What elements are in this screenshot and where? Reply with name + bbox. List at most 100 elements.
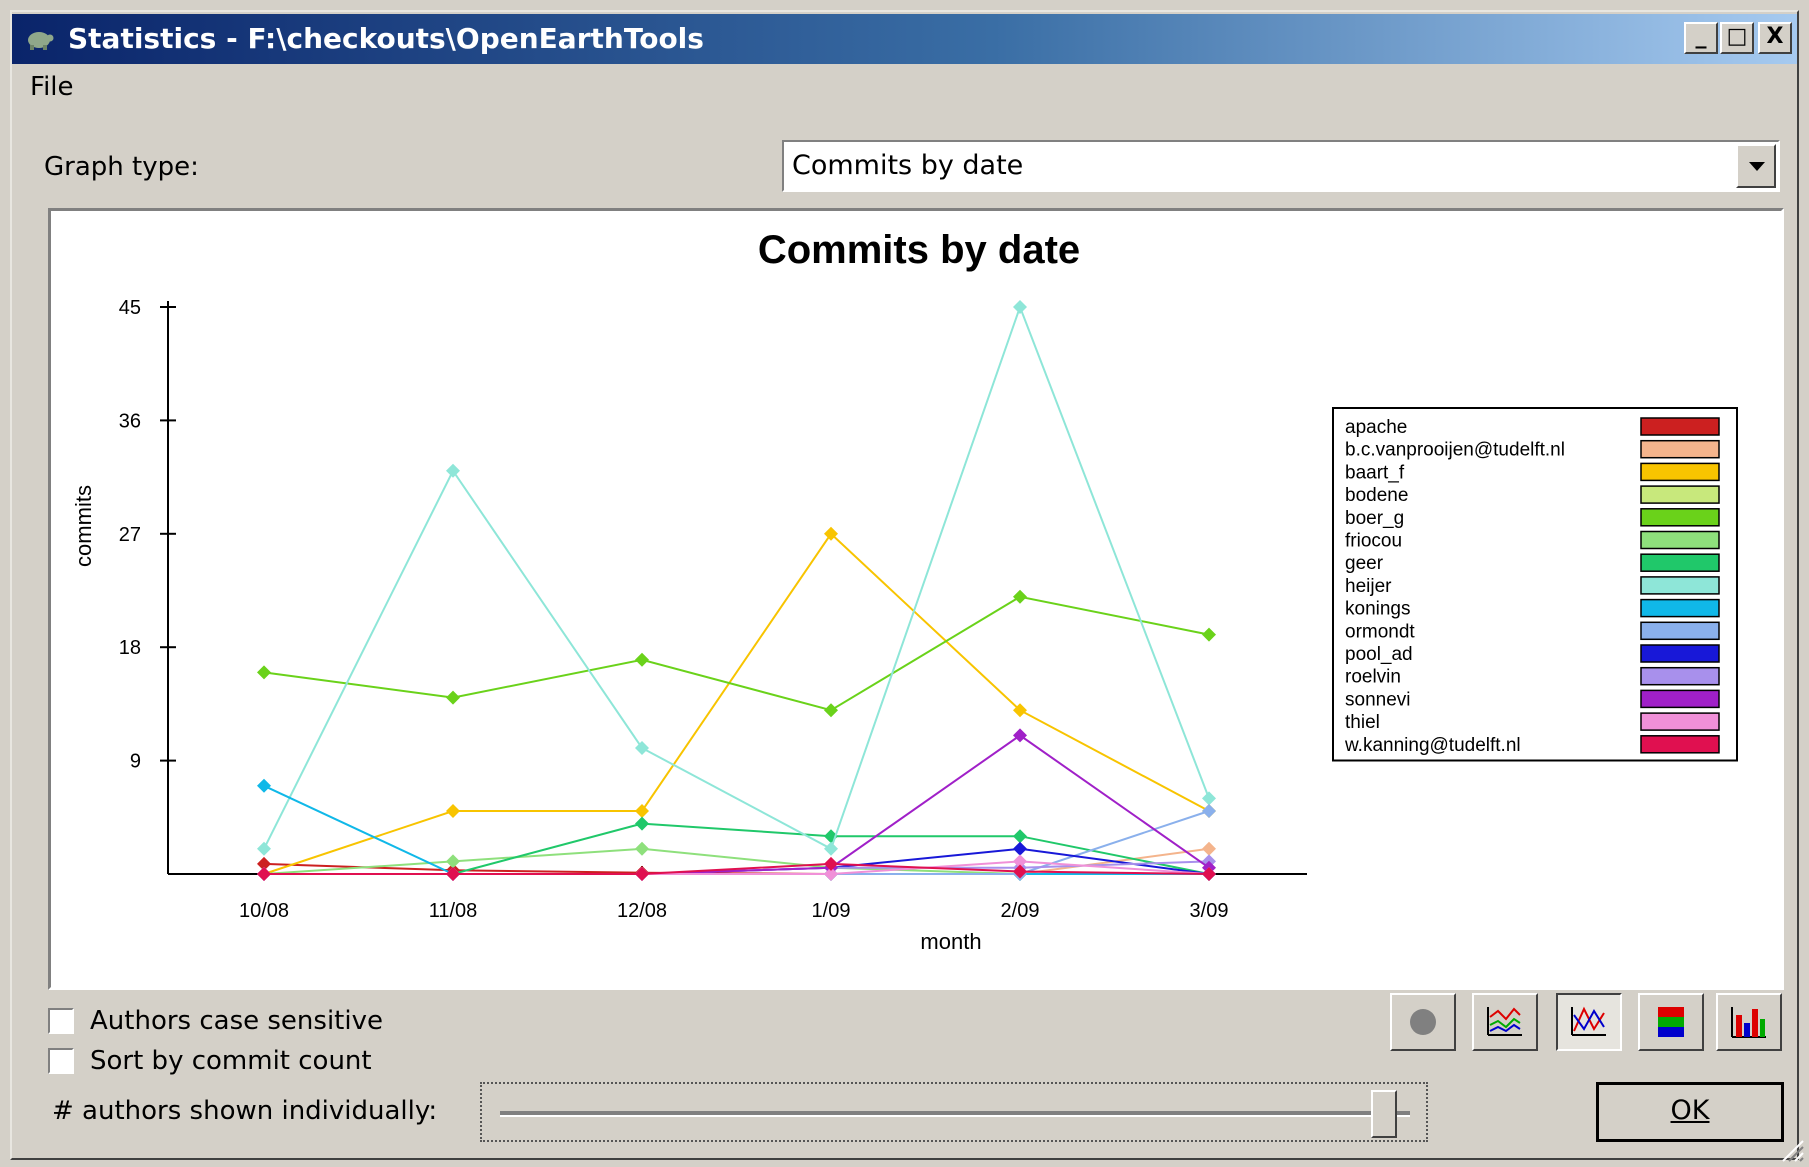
legend-swatch <box>1640 712 1720 731</box>
case-sensitive-label: Authors case sensitive <box>90 1006 383 1036</box>
legend-label: ormondt <box>1345 621 1415 642</box>
data-point <box>446 854 460 869</box>
window-title: Statistics - F:\checkouts\OpenEarthTools <box>68 22 704 55</box>
data-point <box>1202 804 1216 818</box>
legend-label: pool_ad <box>1345 644 1413 665</box>
legend-label: geer <box>1345 553 1384 574</box>
data-point <box>257 665 271 680</box>
title-bar[interactable]: Statistics - F:\checkouts\OpenEarthTools… <box>12 14 1797 64</box>
legend-swatch <box>1640 485 1720 504</box>
bar-graph-button[interactable] <box>1716 993 1782 1051</box>
legend-label: baart_f <box>1345 462 1405 483</box>
y-tick-label: 36 <box>119 410 141 432</box>
y-tick-label: 9 <box>130 751 141 773</box>
close-button[interactable]: X <box>1758 22 1792 54</box>
pie-graph-button[interactable] <box>1390 993 1456 1051</box>
stacked-bar-icon <box>1658 1007 1684 1037</box>
chart-title: Commits by date <box>758 228 1080 272</box>
legend-label: roelvin <box>1345 667 1401 688</box>
maximize-button[interactable]: □ <box>1720 22 1754 54</box>
x-tick-label: 2/09 <box>1001 900 1040 922</box>
data-point <box>635 804 649 818</box>
data-point <box>257 867 271 881</box>
data-point <box>635 741 649 755</box>
data-point <box>1013 589 1027 604</box>
series-line-boer_g <box>263 595 1210 712</box>
legend-swatch <box>1640 439 1720 459</box>
legend-label: thiel <box>1345 712 1380 733</box>
legend-swatch <box>1640 598 1720 618</box>
legend-label: friocou <box>1345 531 1402 552</box>
legend-label: apache <box>1345 417 1407 438</box>
data-point <box>635 652 649 667</box>
legend-label: konings <box>1345 599 1411 620</box>
legend-label: boer_g <box>1345 508 1404 529</box>
sort-by-count-label: Sort by commit count <box>90 1046 372 1076</box>
bar-chart-icon <box>1731 1007 1766 1038</box>
data-point <box>257 841 271 856</box>
y-axis-label: commits <box>71 485 96 567</box>
legend-swatch <box>1640 621 1720 641</box>
menu-bar: File <box>30 72 74 102</box>
data-point <box>446 463 460 478</box>
stacked-line-graph-button[interactable] <box>1472 993 1538 1051</box>
sort-by-count-checkbox[interactable] <box>48 1048 74 1074</box>
slider-track <box>500 1111 1410 1117</box>
legend-label: sonnevi <box>1345 689 1411 710</box>
x-axis-label: month <box>920 929 981 954</box>
menu-file[interactable]: File <box>30 72 74 102</box>
y-tick-label: 45 <box>119 297 141 319</box>
data-point <box>635 841 649 856</box>
series-line-baart_f <box>263 532 1210 875</box>
tortoise-icon <box>28 32 54 50</box>
legend-swatch <box>1640 689 1720 709</box>
data-point <box>1013 829 1027 844</box>
legend-swatch <box>1640 644 1720 663</box>
legend-swatch <box>1640 508 1720 527</box>
x-tick-label: 12/08 <box>617 900 667 922</box>
legend-label: bodene <box>1345 485 1408 506</box>
graph-type-label: Graph type: <box>44 152 199 182</box>
data-point <box>257 778 271 793</box>
stacked-bar-graph-button[interactable] <box>1638 993 1704 1051</box>
legend-swatch <box>1640 576 1720 595</box>
line-graph-icon <box>1571 1006 1606 1036</box>
data-point <box>446 804 460 818</box>
data-point <box>1202 791 1216 806</box>
minimize-button[interactable]: _ <box>1684 22 1718 54</box>
pie-chart-icon <box>1410 1009 1436 1035</box>
graph-type-value: Commits by date <box>792 150 1024 181</box>
legend-swatch <box>1640 462 1720 482</box>
y-tick-label: 27 <box>119 524 141 546</box>
x-tick-label: 10/08 <box>239 900 289 922</box>
case-sensitive-checkbox[interactable] <box>48 1008 74 1034</box>
legend-swatch <box>1640 666 1720 686</box>
x-tick-label: 11/08 <box>429 900 478 922</box>
graph-type-select[interactable]: Commits by date <box>782 140 1780 192</box>
data-point <box>824 841 838 856</box>
data-point <box>1202 627 1216 642</box>
authors-slider[interactable] <box>480 1082 1428 1142</box>
data-point <box>635 816 649 831</box>
series-line-sonnevi <box>264 734 1210 875</box>
data-point <box>824 703 838 718</box>
legend-swatch <box>1640 530 1720 550</box>
legend-swatch <box>1640 553 1720 572</box>
legend-swatch <box>1640 735 1720 754</box>
ok-button[interactable]: OK <box>1596 1082 1784 1142</box>
x-tick-label: 1/09 <box>812 900 851 922</box>
data-point <box>635 867 649 881</box>
legend-label: w.kanning@tudelft.nl <box>1344 735 1521 756</box>
legend-label: b.c.vanprooijen@tudelft.nl <box>1345 440 1565 461</box>
legend-swatch <box>1640 417 1720 436</box>
slider-thumb[interactable] <box>1371 1090 1398 1138</box>
dropdown-arrow-icon[interactable] <box>1736 144 1776 188</box>
ok-label: OK <box>1670 1095 1710 1126</box>
data-point <box>1013 728 1027 743</box>
data-point <box>446 690 460 705</box>
resize-grip-icon[interactable] <box>1775 1133 1805 1163</box>
data-point <box>1013 841 1027 856</box>
chart-panel: Commits by date commits month 9 18 27 36 45 1… <box>48 208 1784 990</box>
y-tick-label: 18 <box>119 637 141 659</box>
line-graph-button[interactable] <box>1556 993 1622 1051</box>
